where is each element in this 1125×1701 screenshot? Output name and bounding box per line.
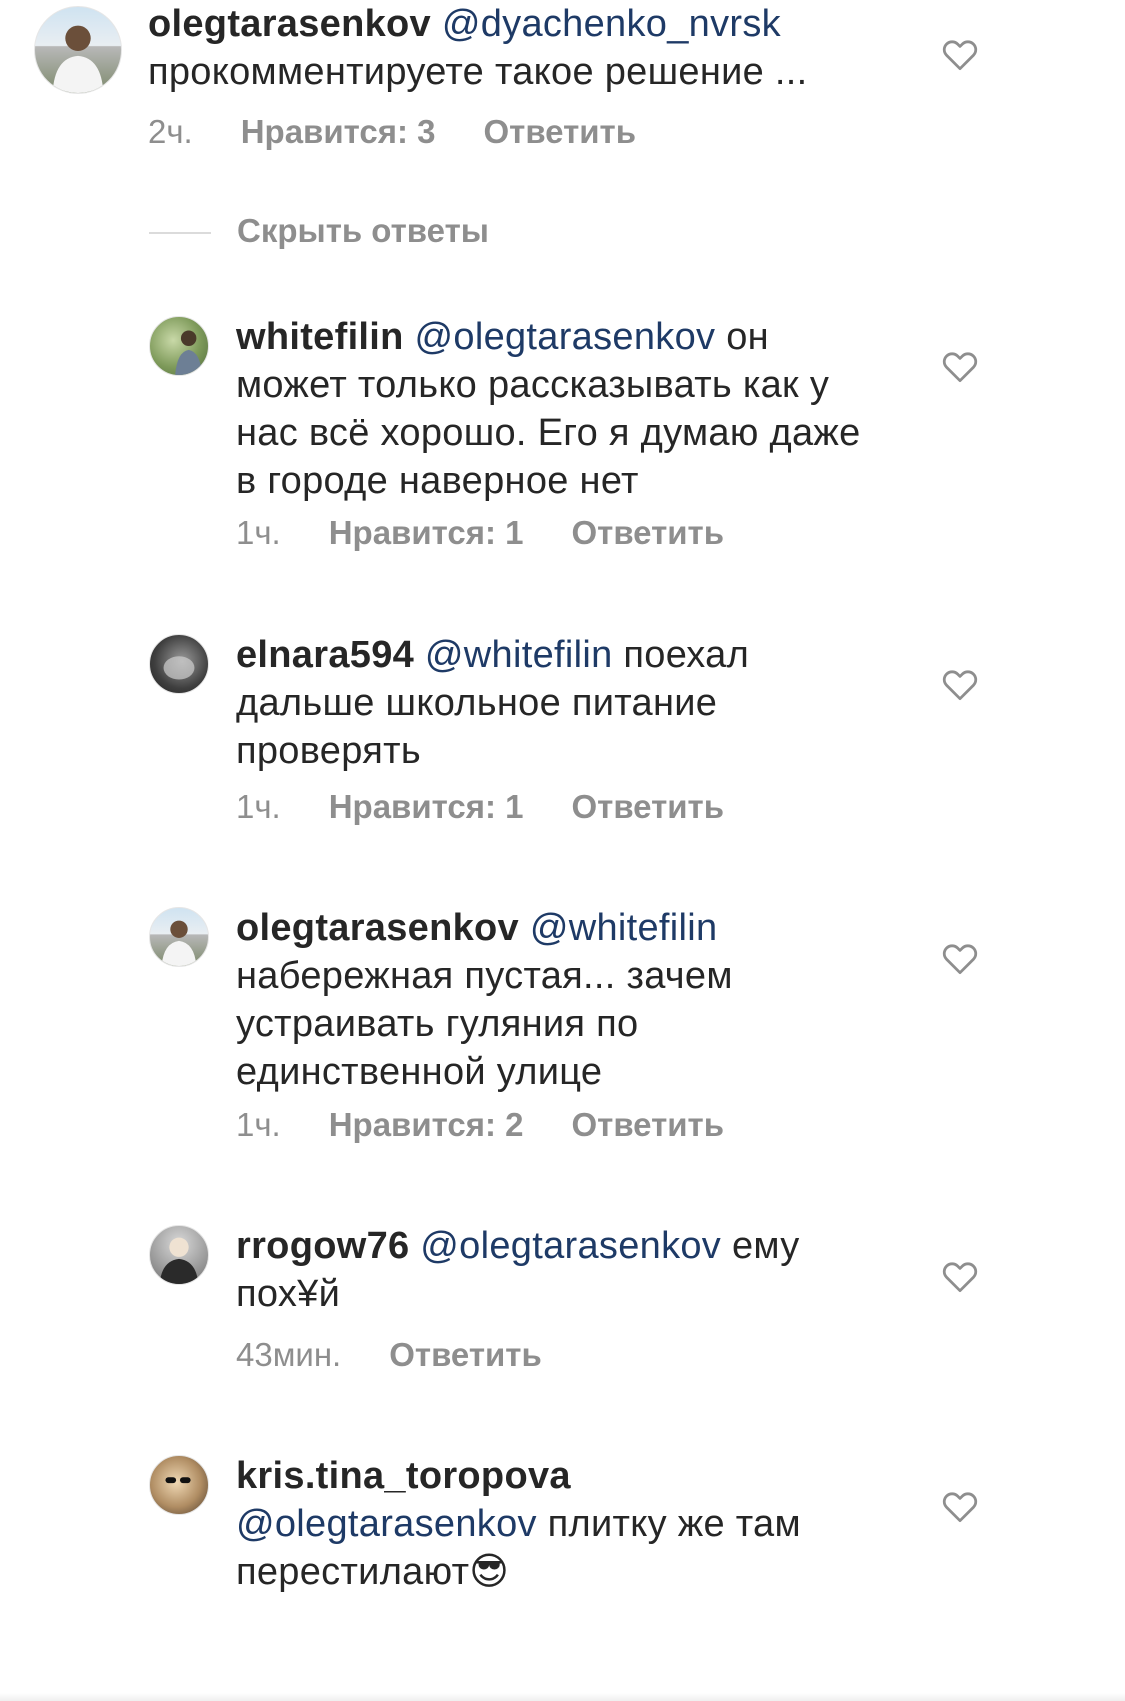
username-link[interactable]: kris.tina_toropova: [236, 1455, 571, 1497]
reply-button[interactable]: Ответить: [389, 1336, 542, 1374]
user-avatar-icon: [163, 656, 195, 680]
user-avatar-icon: [52, 25, 104, 93]
user-avatar-icon: [161, 920, 197, 966]
comment-meta: 43мин. Ответить: [236, 1336, 542, 1374]
mention-link[interactable]: @whitefilin: [425, 634, 613, 676]
comment-text: whitefilin @olegtarasenkov он может толь…: [236, 313, 876, 505]
username-link[interactable]: elnara594: [236, 634, 414, 676]
mention-link[interactable]: @olegtarasenkov: [420, 1225, 721, 1267]
bottom-edge: [0, 1693, 1125, 1701]
heart-outline-icon[interactable]: [941, 349, 979, 383]
comment-body: набережная пустая... зачем устраивать гу…: [236, 955, 733, 1093]
avatar[interactable]: [149, 634, 209, 694]
comment-text: kris.tina_toropova @olegtarasenkov плитк…: [236, 1452, 876, 1596]
comment-body: прокомментируете такое решение ...: [148, 51, 808, 93]
heart-outline-icon[interactable]: [941, 941, 979, 975]
mention-link[interactable]: @dyachenko_nvrsk: [442, 3, 781, 45]
comment-time: 43мин.: [236, 1336, 342, 1373]
avatar[interactable]: [149, 316, 209, 376]
reply-button[interactable]: Ответить: [571, 514, 724, 552]
heart-outline-icon[interactable]: [941, 667, 979, 701]
mention-link[interactable]: @olegtarasenkov: [415, 316, 716, 358]
heart-outline-icon[interactable]: [941, 37, 979, 71]
likes-count-link[interactable]: Нравится: 1: [329, 514, 524, 552]
comment-text: elnara594 @whitefilin поехал дальше школ…: [236, 631, 876, 775]
avatar[interactable]: [149, 1225, 209, 1285]
mention-link[interactable]: @olegtarasenkov: [236, 1503, 537, 1545]
comment-meta: 1ч. Нравится: 1 Ответить: [236, 514, 724, 552]
username-link[interactable]: olegtarasenkov: [148, 3, 431, 45]
heart-outline-icon[interactable]: [941, 1489, 979, 1523]
mention-link[interactable]: @whitefilin: [530, 907, 718, 949]
comment-text: rrogow76 @olegtarasenkov ему пох¥й: [236, 1222, 876, 1318]
likes-count-link[interactable]: Нравится: 1: [329, 788, 524, 826]
likes-count-link[interactable]: Нравится: 3: [241, 113, 436, 151]
comment-meta: 1ч. Нравится: 2 Ответить: [236, 1106, 724, 1144]
avatar[interactable]: [34, 6, 122, 94]
user-avatar-icon: [175, 330, 203, 375]
reply-button[interactable]: Ответить: [483, 113, 636, 151]
comment-text: olegtarasenkov @dyachenko_nvrsk прокомме…: [148, 0, 908, 96]
username-link[interactable]: olegtarasenkov: [236, 907, 519, 949]
comment-time: 1ч.: [236, 514, 281, 551]
comment-meta: 2ч. Нравится: 3 Ответить: [148, 113, 636, 151]
reply-button[interactable]: Ответить: [571, 1106, 724, 1144]
comment-meta: 1ч. Нравится: 1 Ответить: [236, 788, 724, 826]
username-link[interactable]: rrogow76: [236, 1225, 409, 1267]
heart-outline-icon[interactable]: [941, 1259, 979, 1293]
likes-count-link[interactable]: Нравится: 2: [329, 1106, 524, 1144]
comment-time: 1ч.: [236, 1106, 281, 1143]
user-avatar-icon: [165, 1477, 191, 1484]
username-link[interactable]: whitefilin: [236, 316, 404, 358]
comment-time: 2ч.: [148, 113, 193, 150]
avatar[interactable]: [149, 907, 209, 967]
comment-time: 1ч.: [236, 788, 281, 825]
divider-line: [149, 232, 211, 234]
avatar[interactable]: [149, 1455, 209, 1515]
user-avatar-icon: [159, 1237, 199, 1284]
reply-button[interactable]: Ответить: [571, 788, 724, 826]
comment-text: olegtarasenkov @whitefilin набережная пу…: [236, 904, 876, 1096]
hide-replies-label: Скрыть ответы: [237, 212, 489, 249]
